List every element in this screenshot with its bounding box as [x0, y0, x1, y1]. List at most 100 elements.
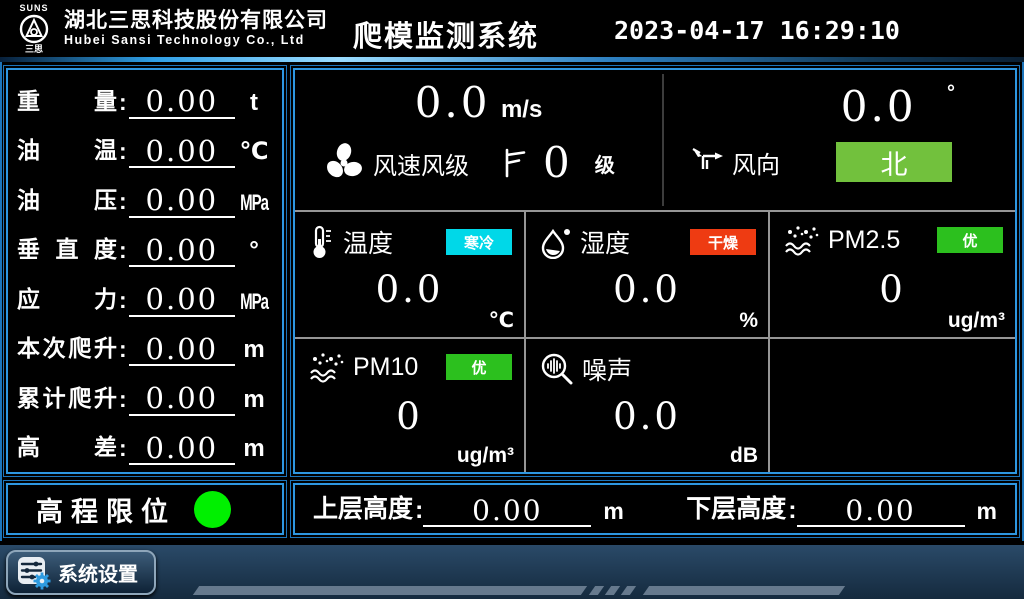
- sensor-cell-noise: 噪声 0.0 dB: [526, 339, 768, 472]
- wind-speed-section: 0.0 m/s 风速风级: [295, 70, 662, 210]
- sansi-logo-icon: [17, 13, 51, 45]
- sensor-value: 0: [770, 268, 1015, 311]
- footer-decoration-stripe: [193, 586, 587, 595]
- sensor-status-badge: 优: [937, 227, 1003, 253]
- measure-unit: m: [235, 435, 273, 463]
- company-name-en: Hubei Sansi Technology Co., Ltd: [64, 33, 328, 47]
- layer-heights-box: 上层高度 : 0.00 m 下层高度 : 0.00 m: [290, 480, 1020, 538]
- elevation-limit-indicator: [194, 491, 231, 528]
- measure-row-stress: 应力: 0.00 MPa: [17, 271, 273, 321]
- measure-label: 应力: [17, 280, 117, 314]
- company-name: 湖北三思科技股份有限公司 Hubei Sansi Technology Co.,…: [64, 9, 328, 48]
- measure-value: 0.00: [129, 284, 235, 316]
- environment-panel: 0.0 m/s 风速风级: [290, 65, 1020, 477]
- company-name-cn: 湖北三思科技股份有限公司: [64, 9, 328, 33]
- footer-decoration-stripe: [589, 586, 604, 595]
- measure-unit: m: [235, 386, 273, 414]
- page-title: 爬模监测系统: [353, 13, 539, 55]
- measure-unit: MPa: [235, 190, 273, 216]
- measure-row-oil-pressure: 油压: 0.00 MPa: [17, 172, 273, 222]
- measure-label: 垂直度: [17, 230, 117, 264]
- sensor-name: PM2.5: [828, 226, 900, 255]
- hmi-screen: SUNS 三思 湖北三思科技股份有限公司 Hubei Sansi Technol…: [0, 0, 1024, 599]
- wind-speed-value: 0.0: [415, 78, 491, 127]
- sensor-status-badge: 干燥: [690, 229, 756, 255]
- noise-magnifier-icon: [540, 352, 574, 386]
- wind-speed-label: 风速风级: [373, 146, 469, 181]
- sliders-gear-icon: [16, 555, 52, 591]
- wind-direction-label: 风向: [732, 145, 780, 180]
- measure-value: 0.00: [129, 383, 235, 415]
- wind-level-value: 0: [543, 142, 573, 184]
- elevation-limit-box: 高程限位: [3, 480, 287, 538]
- system-settings-label: 系统设置: [58, 558, 138, 587]
- sensor-cell-temperature: 温度 寒冷 0.0 ℃: [295, 212, 524, 337]
- sensor-unit: %: [739, 309, 758, 333]
- sensor-cell-pm10: PM10 优 0 ug/m³: [295, 339, 524, 472]
- measure-value: 0.00: [129, 185, 235, 217]
- upper-height-unit: m: [603, 498, 623, 525]
- system-settings-button[interactable]: 系统设置: [6, 550, 156, 595]
- sensor-name: 温度: [343, 224, 393, 260]
- lower-height-unit: m: [977, 498, 997, 525]
- measure-label: 油压: [17, 181, 117, 215]
- footer-decoration-stripe: [643, 586, 845, 595]
- measure-label: 本次爬升: [17, 329, 117, 363]
- droplet-icon: [540, 225, 572, 259]
- sensor-value: 0.0: [526, 395, 768, 438]
- wind-direction-readout: 0.0 °: [841, 82, 955, 128]
- measure-label: 重量: [17, 82, 117, 116]
- fan-icon: [323, 142, 365, 184]
- sensor-cell-pm25: PM2.5 优 0 ug/m³: [770, 212, 1015, 337]
- upper-height-group: 上层高度 : 0.00 m: [313, 489, 624, 529]
- sensor-name: 湿度: [580, 224, 630, 260]
- measure-row-oil-temp: 油温: 0.00 ℃: [17, 123, 273, 173]
- lower-height-value: 0.00: [797, 496, 965, 527]
- wind-direction-section: 0.0 ° 风向 北: [664, 70, 1015, 210]
- footer-decoration-stripe: [605, 586, 620, 595]
- wind-speed-readout: 0.0 m/s: [295, 82, 662, 124]
- measure-row-total-climb: 累计爬升: 0.00 m: [17, 370, 273, 420]
- measure-value: 0.00: [129, 235, 235, 267]
- sensor-name: 噪声: [582, 351, 632, 387]
- upper-height-label: 上层高度: [313, 489, 413, 525]
- wind-direction-unit: °: [947, 82, 955, 104]
- measure-label: 高差: [17, 428, 117, 462]
- sensor-unit: dB: [730, 444, 758, 468]
- sensor-unit: ug/m³: [457, 444, 514, 468]
- elevation-limit-label: 高程限位: [36, 490, 176, 529]
- sensor-value: 0.0: [295, 268, 524, 311]
- dust-particles-icon: [309, 351, 345, 383]
- measure-row-weight: 重量: 0.00 t: [17, 73, 273, 123]
- wind-vane-icon: [690, 145, 724, 179]
- measure-value: 0.00: [129, 86, 235, 118]
- measure-value: 0.00: [129, 334, 235, 366]
- measure-label: 累计爬升: [17, 379, 117, 413]
- wind-level-unit: 级: [595, 149, 615, 178]
- measure-value: 0.00: [129, 136, 235, 168]
- measure-unit: m: [235, 336, 273, 364]
- upper-height-value: 0.00: [423, 496, 591, 527]
- sensor-name: PM10: [353, 353, 418, 382]
- dust-particles-icon: [784, 224, 820, 256]
- datetime-display: 2023-04-17 16:29:10: [614, 16, 900, 45]
- sensor-unit: ug/m³: [948, 309, 1005, 333]
- wind-level-flag-icon: [503, 147, 527, 179]
- measure-row-verticality: 垂直度: 0.00 °: [17, 222, 273, 272]
- sensor-cell-humidity: 湿度 干燥 0.0 %: [526, 212, 768, 337]
- measure-unit: ℃: [235, 137, 273, 166]
- wind-speed-unit: m/s: [501, 96, 542, 123]
- sensor-status-badge: 优: [446, 354, 512, 380]
- measure-row-height-diff: 高差: 0.00 m: [17, 420, 273, 470]
- lower-height-label: 下层高度: [686, 489, 786, 525]
- sensor-unit: ℃: [489, 308, 514, 333]
- company-logo: SUNS 三思: [8, 4, 60, 54]
- measure-unit: °: [235, 237, 273, 265]
- measure-unit: t: [235, 89, 273, 117]
- sensor-status-badge: 寒冷: [446, 229, 512, 255]
- logo-suns-text: SUNS: [19, 4, 48, 13]
- measure-label: 油温: [17, 131, 117, 165]
- lower-height-group: 下层高度 : 0.00 m: [686, 489, 997, 529]
- wind-direction-badge: 北: [836, 142, 952, 182]
- logo-sansi-text: 三思: [25, 45, 43, 54]
